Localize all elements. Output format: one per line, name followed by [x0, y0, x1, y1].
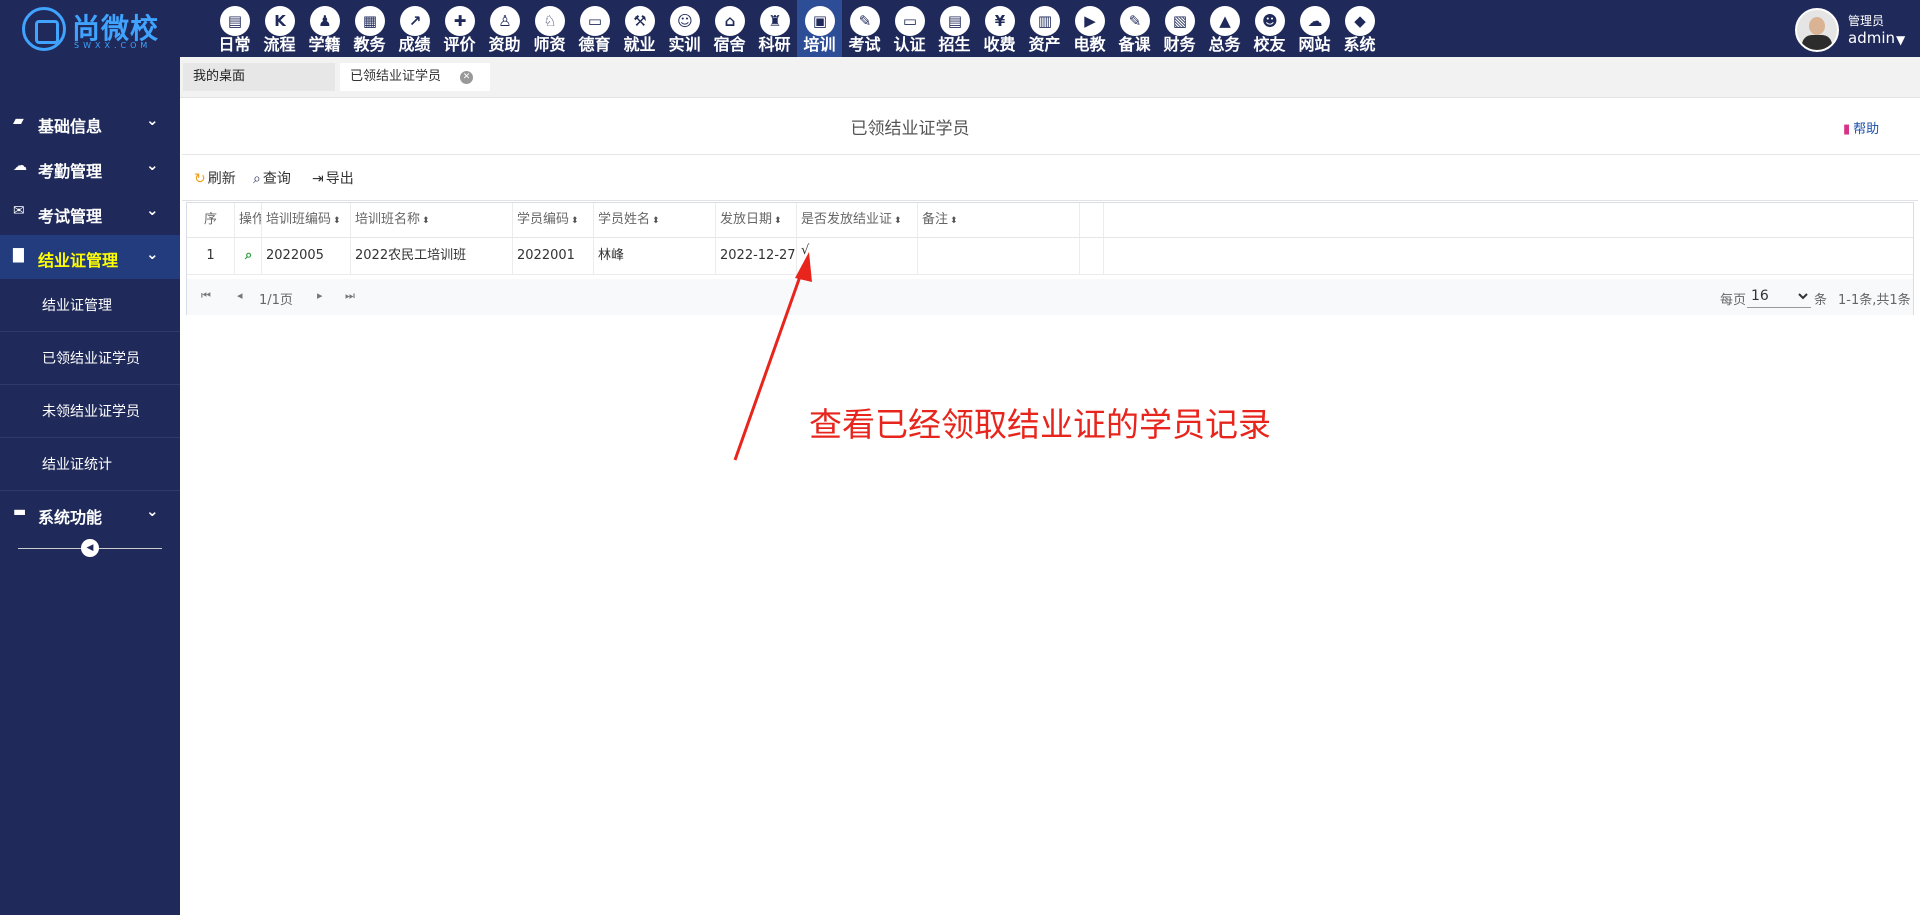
annotation-arrow-line [733, 267, 805, 461]
annotation-arrow [733, 252, 812, 461]
annotation-text: 查看已经领取结业证的学员记录 [809, 405, 1271, 444]
annotation-arrow-head [795, 252, 812, 282]
